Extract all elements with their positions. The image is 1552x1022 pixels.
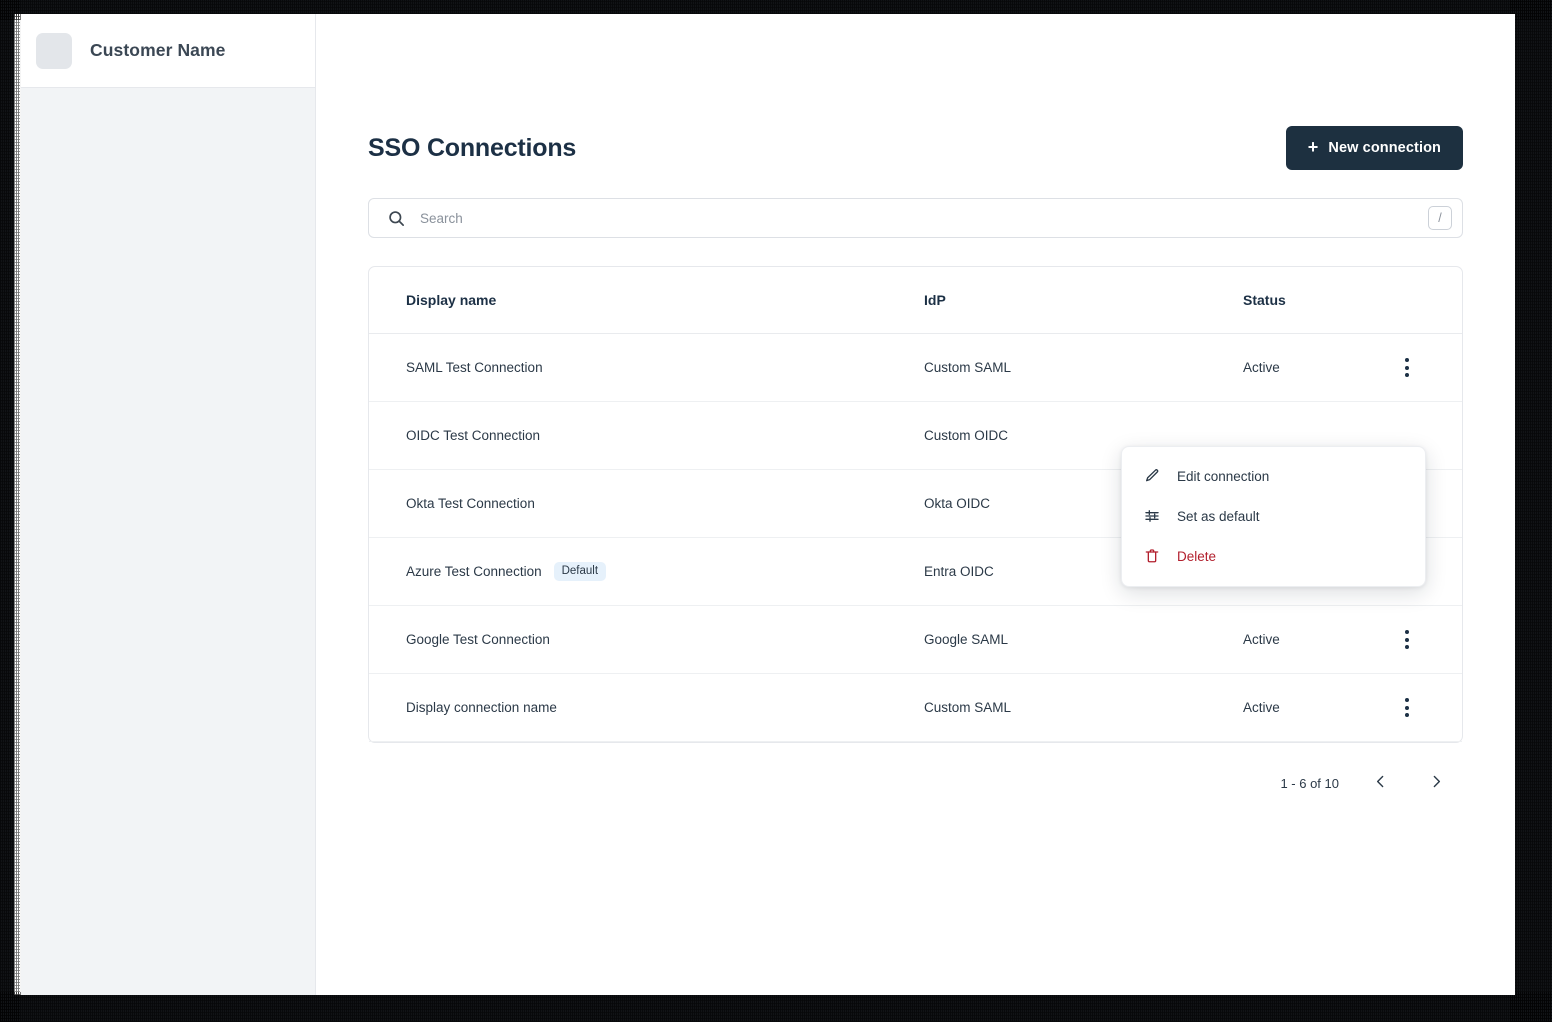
customer-name-label: Customer Name xyxy=(90,40,226,60)
sidebar-header: Customer Name xyxy=(21,14,315,88)
menu-item-edit-connection[interactable]: Edit connection xyxy=(1122,456,1425,496)
plus-icon: + xyxy=(1307,137,1319,157)
cell-display-name: Display connection name xyxy=(406,700,924,715)
connection-name: Google Test Connection xyxy=(406,632,550,647)
menu-item-label: Set as default xyxy=(1177,508,1260,524)
column-header-status: Status xyxy=(1243,292,1286,308)
chevron-left-icon xyxy=(1372,773,1389,793)
cell-status: Active xyxy=(1243,700,1280,715)
main-content: SSO Connections + New connection / xyxy=(316,14,1515,995)
prev-page-button[interactable] xyxy=(1365,768,1395,798)
pagination: 1 - 6 of 10 xyxy=(368,768,1463,798)
table-header-row: Display name IdP Status xyxy=(369,267,1462,334)
cell-idp: Custom SAML xyxy=(924,700,1012,715)
pencil-icon xyxy=(1143,467,1161,485)
menu-item-label: Delete xyxy=(1177,548,1217,564)
menu-item-label: Edit connection xyxy=(1177,468,1270,484)
next-page-button[interactable] xyxy=(1421,768,1451,798)
cell-display-name: Google Test Connection xyxy=(406,632,924,647)
chevron-right-icon xyxy=(1428,773,1445,793)
table-row[interactable]: SAML Test Connection Custom SAML Active xyxy=(369,334,1462,402)
cell-actions xyxy=(1389,694,1425,722)
sidebar-nav-area xyxy=(21,88,315,995)
cell-display-name: SAML Test Connection xyxy=(406,360,924,375)
cell-display-name: Okta Test Connection xyxy=(406,496,924,511)
kebab-menu-icon[interactable] xyxy=(1393,626,1421,654)
column-header-display-name: Display name xyxy=(406,292,497,308)
cell-actions xyxy=(1389,354,1425,382)
connection-name: Okta Test Connection xyxy=(406,496,535,511)
screenshot-frame: Customer Name SSO Connections + New conn… xyxy=(0,0,1552,1022)
default-badge: Default xyxy=(553,561,607,582)
trash-icon xyxy=(1143,547,1161,565)
frame-noise-left xyxy=(0,0,20,1022)
frame-noise-right xyxy=(1510,0,1552,1022)
kebab-menu-icon[interactable] xyxy=(1393,354,1421,382)
cell-status: Active xyxy=(1243,632,1280,647)
search-shortcut-key: / xyxy=(1428,206,1452,230)
cell-display-name: OIDC Test Connection xyxy=(406,428,924,443)
connection-name: SAML Test Connection xyxy=(406,360,543,375)
sidebar: Customer Name xyxy=(21,14,316,995)
connections-table: Display name IdP Status SAML Test Connec… xyxy=(368,266,1463,743)
row-context-menu: Edit connection Set as default Delete xyxy=(1121,446,1426,587)
search-bar[interactable]: / xyxy=(368,198,1463,238)
cell-idp: Google SAML xyxy=(924,632,1009,647)
logo-placeholder-icon xyxy=(36,32,72,69)
search-input[interactable] xyxy=(406,210,1428,226)
page-range-label: 1 - 6 of 10 xyxy=(1280,775,1339,791)
sliders-icon xyxy=(1143,507,1161,525)
cell-status: Active xyxy=(1243,360,1280,375)
connection-name: OIDC Test Connection xyxy=(406,428,541,443)
cell-idp: Custom OIDC xyxy=(924,428,1009,443)
page-header: SSO Connections + New connection xyxy=(368,14,1463,170)
menu-item-set-as-default[interactable]: Set as default xyxy=(1122,496,1425,536)
frame-noise-bottom xyxy=(0,992,1552,1022)
kebab-menu-icon[interactable] xyxy=(1393,694,1421,722)
cell-idp: Custom SAML xyxy=(924,360,1012,375)
new-connection-button[interactable]: + New connection xyxy=(1285,126,1463,170)
column-header-idp: IdP xyxy=(924,292,946,308)
cell-display-name: Azure Test Connection Default xyxy=(406,561,924,582)
search-icon xyxy=(387,209,406,228)
table-row[interactable]: Display connection name Custom SAML Acti… xyxy=(369,674,1462,742)
connection-name: Display connection name xyxy=(406,700,557,715)
app-window: Customer Name SSO Connections + New conn… xyxy=(21,14,1515,995)
cell-actions xyxy=(1389,626,1425,654)
menu-item-delete[interactable]: Delete xyxy=(1122,536,1425,576)
table-row[interactable]: Google Test Connection Google SAML Activ… xyxy=(369,606,1462,674)
new-connection-button-label: New connection xyxy=(1328,140,1441,156)
connection-name: Azure Test Connection xyxy=(406,564,542,579)
page-title: SSO Connections xyxy=(368,133,577,162)
